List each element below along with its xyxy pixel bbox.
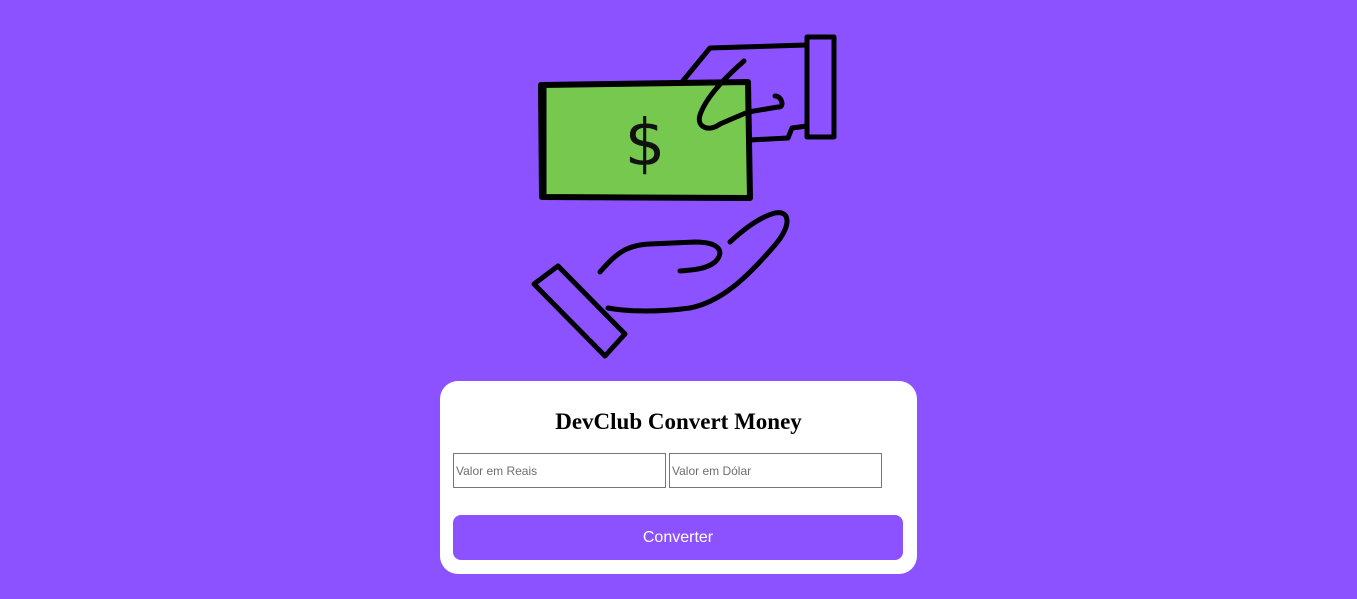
dolar-amount-input[interactable] xyxy=(669,453,882,488)
page-title: DevClub Convert Money xyxy=(555,409,802,434)
dollar-sign: $ xyxy=(625,107,666,181)
reais-amount-input[interactable] xyxy=(453,453,666,488)
page: $ DevClub Convert Money Converter xyxy=(0,0,1357,599)
banknote-icon: $ xyxy=(538,79,753,201)
convert-button[interactable]: Converter xyxy=(453,515,903,560)
money-exchange-illustration: $ xyxy=(531,34,837,359)
receiving-hand-icon xyxy=(531,210,790,359)
